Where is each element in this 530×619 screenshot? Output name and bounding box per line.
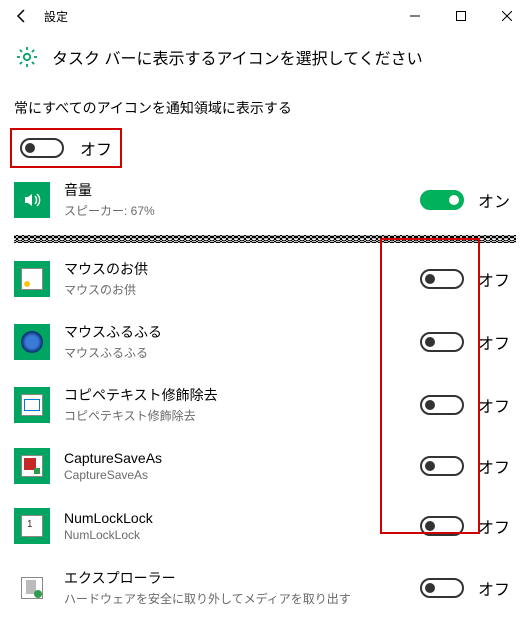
toggle-state: オフ xyxy=(478,330,510,354)
toggle-state: オフ xyxy=(478,454,510,478)
toggle[interactable] xyxy=(420,332,464,352)
settings-gear-icon xyxy=(14,44,40,70)
app-icon xyxy=(14,324,50,360)
minimize-button[interactable] xyxy=(392,0,438,32)
list-item: CaptureSaveAs CaptureSaveAs オフ xyxy=(14,436,516,496)
window-title: 設定 xyxy=(44,8,68,25)
always-show-label: 常にすべてのアイコンを通知領域に表示する xyxy=(14,98,516,118)
item-name: 音量 xyxy=(64,180,420,200)
list-item: マウスのお供 マウスのお供 オフ xyxy=(14,247,516,310)
divider xyxy=(14,235,516,243)
volume-icon xyxy=(14,182,50,218)
list-item: エクスプローラー ハードウェアを安全に取り外してメディアを取り出す オフ xyxy=(14,556,516,619)
toggle[interactable] xyxy=(420,578,464,598)
list-item: コピペテキスト修飾除去 コピペテキスト修飾除去 オフ xyxy=(14,373,516,436)
toggle[interactable] xyxy=(420,456,464,476)
page-title: タスク バーに表示するアイコンを選択してください xyxy=(52,45,423,69)
maximize-button[interactable] xyxy=(438,0,484,32)
app-icon xyxy=(14,508,50,544)
always-show-toggle[interactable] xyxy=(20,138,64,158)
app-icon xyxy=(14,261,50,297)
toggle[interactable] xyxy=(420,516,464,536)
item-desc: CaptureSaveAs xyxy=(64,468,420,482)
list-item: NumLockLock NumLockLock オフ xyxy=(14,496,516,556)
toggle[interactable] xyxy=(420,269,464,289)
toggle-state: オフ xyxy=(478,514,510,538)
item-desc: スピーカー: 67% xyxy=(64,202,420,219)
item-desc: ハードウェアを安全に取り外してメディアを取り出す xyxy=(64,590,420,607)
toggle-state: オフ xyxy=(478,576,510,600)
toggle-state: オフ xyxy=(478,267,510,291)
close-button[interactable] xyxy=(484,0,530,32)
item-desc: マウスのお供 xyxy=(64,281,420,298)
app-icon xyxy=(14,387,50,423)
list-item: マウスふるふる マウスふるふる オフ xyxy=(14,310,516,373)
item-desc: マウスふるふる xyxy=(64,344,420,361)
highlight-always-show: オフ xyxy=(10,128,122,168)
always-show-section: 常にすべてのアイコンを通知領域に表示する オフ xyxy=(0,98,530,168)
list-item-volume: 音量 スピーカー: 67% オン xyxy=(14,168,516,231)
item-name: CaptureSaveAs xyxy=(64,450,420,466)
icon-list: 音量 スピーカー: 67% オン マウスのお供 マウスのお供 オフ マウスふるふ… xyxy=(0,168,530,619)
always-show-state: オフ xyxy=(80,136,112,160)
item-name: エクスプローラー xyxy=(64,568,420,588)
toggle-state: オフ xyxy=(478,393,510,417)
item-name: コピペテキスト修飾除去 xyxy=(64,385,420,405)
item-name: マウスのお供 xyxy=(64,259,420,279)
item-name: NumLockLock xyxy=(64,510,420,526)
app-icon xyxy=(14,570,50,606)
item-name: マウスふるふる xyxy=(64,322,420,342)
toggle-volume[interactable] xyxy=(420,190,464,210)
app-icon xyxy=(14,448,50,484)
window-controls xyxy=(392,0,530,32)
item-desc: NumLockLock xyxy=(64,528,420,542)
toggle[interactable] xyxy=(420,395,464,415)
title-bar: 設定 xyxy=(0,0,530,32)
toggle-state: オン xyxy=(478,188,510,212)
back-button[interactable] xyxy=(8,2,36,30)
item-desc: コピペテキスト修飾除去 xyxy=(64,407,420,424)
page-header: タスク バーに表示するアイコンを選択してください xyxy=(0,32,530,88)
